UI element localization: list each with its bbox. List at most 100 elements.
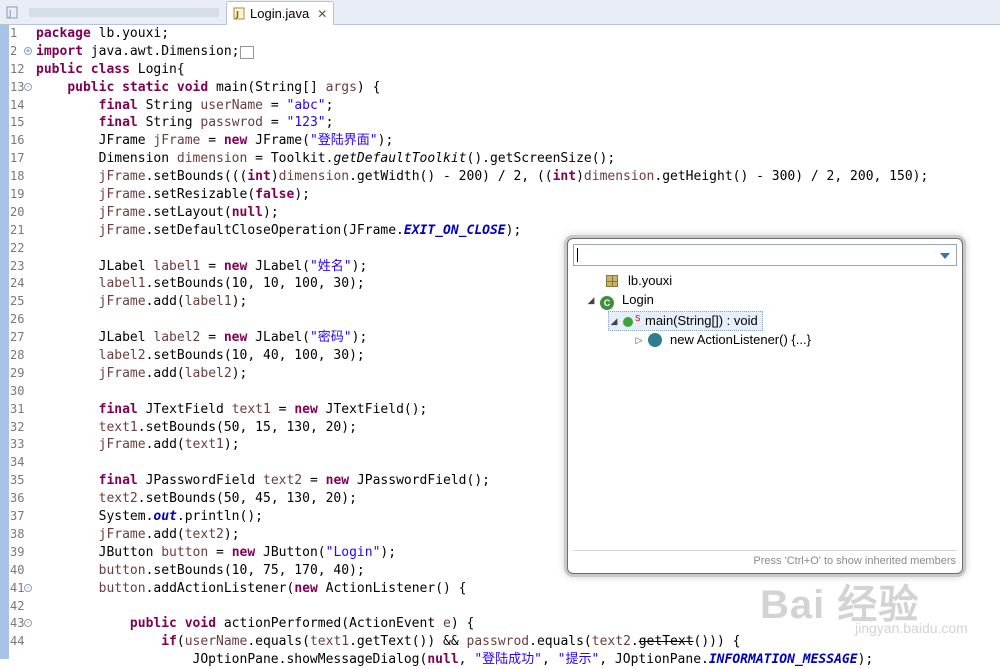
line-number: 21 (10, 222, 25, 237)
code-line[interactable]: JOptionPane.showMessageDialog(null, "登陆成… (10, 651, 1000, 669)
line-number: 20 (10, 204, 25, 219)
code-line[interactable]: 42 (10, 598, 1000, 616)
code-text: final String userName = "abc"; (98, 97, 334, 113)
line-number: 25 (10, 294, 25, 309)
code-line[interactable]: 18 jFrame.setBounds(((int)dimension.getW… (10, 168, 1000, 186)
line-number: 40 (10, 562, 25, 577)
java-file-icon: J (6, 6, 18, 19)
code-text: jFrame.add(label2); (98, 365, 248, 381)
line-number: 26 (10, 312, 25, 327)
svg-text:J: J (235, 10, 239, 19)
code-line[interactable]: 44 if(userName.equals(text1.getText()) &… (10, 633, 1000, 651)
blurred-tab-label (29, 7, 219, 17)
code-text: JFrame jFrame = new JFrame("登陆界面"); (36, 133, 394, 149)
line-number: 22 (10, 240, 25, 255)
line-number: 33 (10, 437, 25, 452)
outline-filter-input[interactable] (573, 244, 957, 266)
editor-tab-login-java[interactable]: J Login.java ✕ (226, 1, 334, 25)
code-text: jFrame.add(text1); (98, 437, 240, 453)
line-number: 44 (10, 634, 25, 649)
tab-label: Login.java (250, 6, 310, 21)
code-text: System.out.println(); (36, 509, 263, 525)
code-text: public class Login{ (36, 61, 185, 77)
code-line[interactable]: 12 public class Login{ (10, 61, 1000, 79)
line-number: 37 (10, 509, 25, 524)
dropdown-arrow-icon[interactable] (940, 253, 950, 259)
java-file-icon: J (233, 7, 245, 20)
quick-outline-popup: lb.youxi ◢ C Login ◢ S main(String[]) : … (567, 238, 963, 574)
outline-item-class-login[interactable]: ◢ C Login (586, 291, 654, 310)
code-text: JButton button = new JButton("Login"); (36, 544, 397, 560)
code-line[interactable]: 43- public void actionPerformed(ActionEv… (10, 615, 1000, 633)
package-icon (606, 274, 622, 288)
outline-item-anonymous-class[interactable]: ▷ new ActionListener() {...} (634, 331, 811, 349)
code-line[interactable]: 15 final String passwrod = "123"; (10, 114, 1000, 132)
expand-fold-icon[interactable]: + (24, 46, 32, 55)
line-number: 1 (10, 26, 18, 40)
code-text: jFrame.add(text2); (98, 526, 240, 542)
editor-tab-blurred[interactable]: J (0, 1, 224, 23)
code-text: import java.awt.Dimension; (36, 43, 254, 62)
line-number: 16 (10, 133, 25, 148)
line-number: 34 (10, 455, 25, 470)
outline-item-method-main[interactable]: ◢ S main(String[]) : void (608, 311, 763, 331)
code-line[interactable]: 14 final String userName = "abc"; (10, 97, 1000, 115)
line-number: 15 (10, 115, 25, 130)
code-text: package lb.youxi; (36, 26, 170, 41)
code-line[interactable]: 16 JFrame jFrame = new JFrame("登陆界面"); (10, 132, 1000, 150)
code-text: button.addActionListener(new ActionListe… (98, 580, 467, 596)
class-icon: C (600, 293, 616, 310)
line-number: 14 (10, 97, 25, 112)
line-number: 27 (10, 330, 25, 345)
code-text: if(userName.equals(text1.getText()) && p… (161, 634, 741, 650)
code-text: label1.setBounds(10, 10, 100, 30); (98, 276, 365, 292)
editor-tab-bar: J J Login.java ✕ (0, 0, 1000, 25)
code-line[interactable]: 2 + import java.awt.Dimension; (10, 43, 1000, 61)
method-icon: S (623, 314, 640, 328)
code-text: jFrame.setBounds(((int)dimension.getWidt… (98, 169, 929, 185)
line-number: 18 (10, 169, 25, 184)
code-line[interactable]: 20 jFrame.setLayout(null); (10, 204, 1000, 222)
code-line[interactable]: 21 jFrame.setDefaultCloseOperation(JFram… (10, 222, 1000, 240)
outline-item-label: main(String[]) : void (645, 313, 758, 328)
line-number: 36 (10, 491, 25, 506)
code-line[interactable]: 41- button.addActionListener(new ActionL… (10, 580, 1000, 598)
line-number: 29 (10, 365, 25, 380)
line-number: 23 (10, 258, 25, 273)
outline-hint-text: Press 'Ctrl+O' to show inherited members (753, 555, 956, 567)
expand-twisty-icon[interactable]: ◢ (586, 291, 596, 309)
code-line[interactable]: 17 Dimension dimension = Toolkit.getDefa… (10, 150, 1000, 168)
code-text: final String passwrod = "123"; (98, 115, 334, 131)
code-text: jFrame.add(label1); (98, 294, 248, 310)
expand-twisty-icon[interactable]: ▷ (634, 331, 644, 349)
line-number: 30 (10, 383, 25, 398)
code-text: Dimension dimension = Toolkit.getDefault… (36, 151, 616, 167)
collapse-fold-icon[interactable]: - (24, 583, 32, 592)
collapse-fold-icon[interactable]: - (24, 82, 32, 91)
code-text: button.setBounds(10, 75, 170, 40); (98, 562, 365, 578)
code-text: public static void main(String[] args) { (67, 79, 381, 95)
code-line[interactable]: 1 package lb.youxi; (10, 25, 1000, 43)
code-text: text1.setBounds(50, 15, 130, 20); (98, 419, 357, 435)
svg-text:J: J (8, 9, 11, 18)
text-caret (577, 248, 578, 262)
line-number: 38 (10, 526, 25, 541)
line-number: 24 (10, 276, 25, 291)
code-text: public void actionPerformed(ActionEvent … (129, 616, 475, 632)
code-text: text2.setBounds(50, 45, 130, 20); (98, 491, 357, 507)
divider (573, 550, 957, 551)
code-text: final JTextField text1 = new JTextField(… (98, 401, 428, 417)
code-text: jFrame.setLayout(null); (98, 204, 279, 220)
line-number: 19 (10, 187, 25, 202)
outline-item-label: Login (622, 292, 654, 307)
code-text: JOptionPane.showMessageDialog(null, "登陆成… (36, 652, 874, 668)
close-tab-icon[interactable]: ✕ (317, 7, 327, 21)
code-line[interactable]: 19 jFrame.setResizable(false); (10, 186, 1000, 204)
code-text: jFrame.setDefaultCloseOperation(JFrame.E… (98, 222, 522, 238)
expand-twisty-icon[interactable]: ◢ (609, 312, 619, 330)
line-number: 42 (10, 598, 25, 613)
code-line[interactable]: 13- public static void main(String[] arg… (10, 79, 1000, 97)
line-number: 12 (10, 61, 25, 76)
outline-item-label: lb.youxi (628, 273, 673, 288)
outline-item-package[interactable]: lb.youxi (592, 272, 672, 290)
